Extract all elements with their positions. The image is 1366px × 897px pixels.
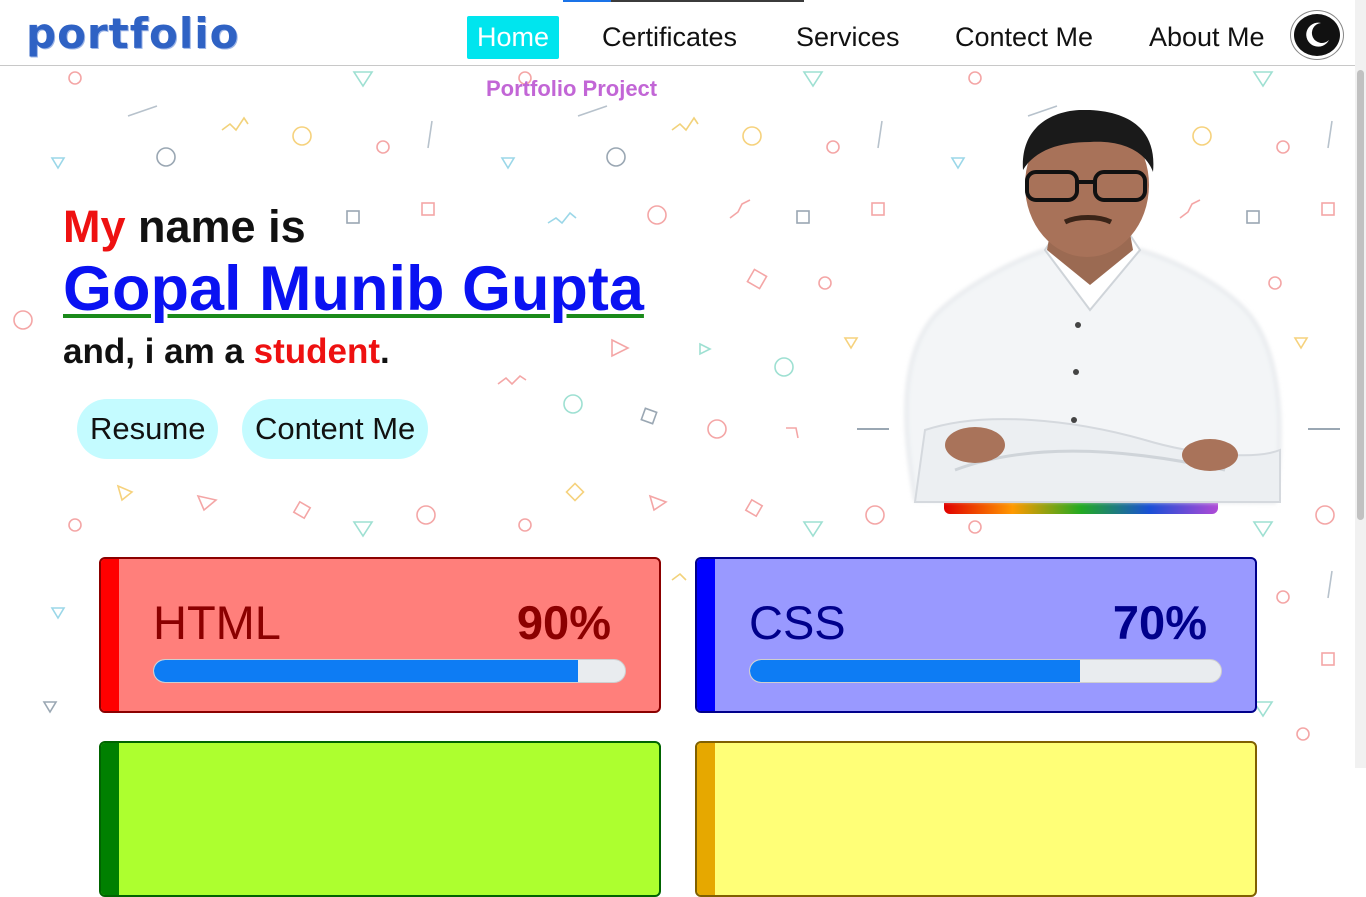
skill-progress-fill (750, 660, 1080, 682)
nav-certificates[interactable]: Certificates (602, 16, 737, 59)
nav-services[interactable]: Services (796, 16, 900, 59)
moon-icon (1306, 22, 1329, 47)
resume-button[interactable]: Resume (77, 399, 219, 459)
page-loading-indicator (563, 0, 804, 2)
theme-toggle-button[interactable] (1291, 11, 1343, 59)
nav-contact[interactable]: Contect Me (955, 16, 1093, 59)
role-prefix: and, i am a (63, 332, 254, 371)
skill-card-css: CSS 70% (695, 557, 1257, 713)
intro-highlight: My (63, 201, 126, 252)
skill-card-stripe (101, 559, 119, 711)
skill-percent: 90% (516, 596, 611, 649)
role-line: and, i am a student. (63, 332, 390, 372)
top-navbar: portfolio Home Certificates Services Con… (0, 0, 1355, 66)
skill-name: HTML (153, 596, 281, 649)
skill-card-stripe (697, 559, 715, 711)
skill-percent: 70% (1112, 596, 1207, 649)
portrait-divider-right (1308, 428, 1340, 430)
scrollbar-thumb[interactable] (1357, 70, 1364, 520)
skill-progress-track (153, 659, 626, 683)
skill-name: CSS (749, 596, 846, 649)
portrait-divider-left (857, 428, 889, 430)
nav-about[interactable]: About Me (1149, 16, 1265, 59)
skill-card-stripe (101, 743, 119, 895)
profile-photo (905, 110, 1281, 514)
page-scrollbar[interactable] (1355, 0, 1366, 768)
nav-home[interactable]: Home (467, 16, 560, 59)
skill-card-3 (99, 741, 661, 897)
role-highlight: student (253, 332, 381, 371)
intro-heading: My name is (63, 201, 306, 253)
skill-card-4 (695, 741, 1257, 897)
skill-progress-track (749, 659, 1222, 683)
skill-progress-fill (154, 660, 578, 682)
role-suffix: . (380, 332, 390, 371)
skill-card-stripe (697, 743, 715, 895)
contact-me-button[interactable]: Content Me (242, 399, 429, 459)
skill-card-html: HTML 90% (99, 557, 661, 713)
site-logo[interactable]: portfolio (26, 10, 239, 58)
person-name: Gopal Munib Gupta (63, 254, 644, 324)
project-label: Portfolio Project (486, 76, 658, 101)
intro-rest: name is (125, 201, 306, 252)
